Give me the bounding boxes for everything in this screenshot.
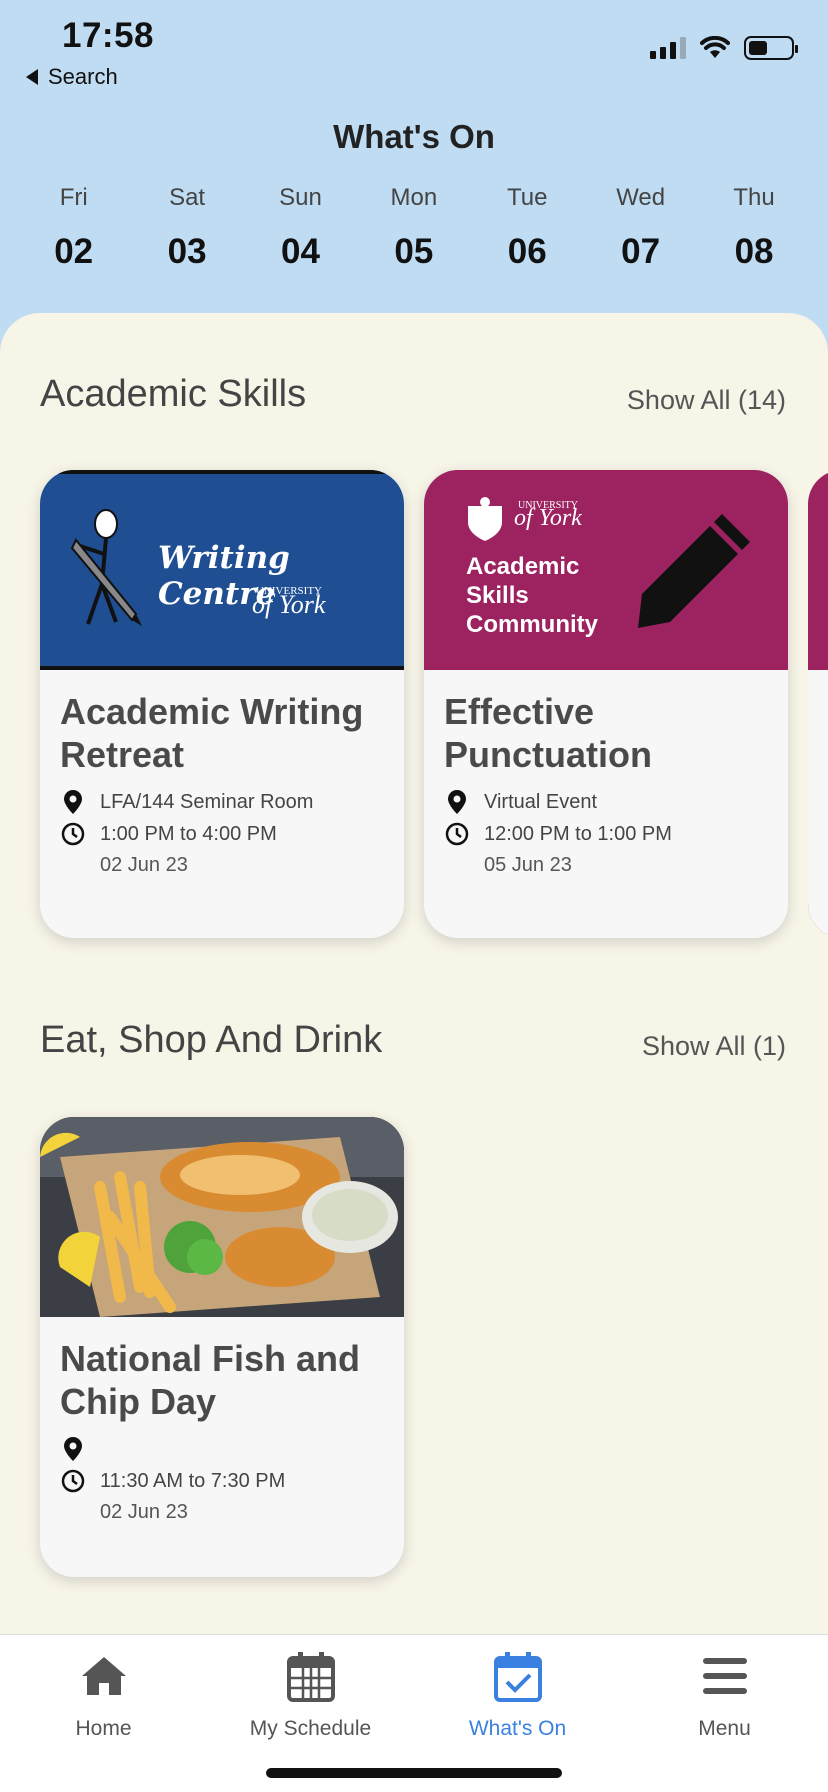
back-to-search-button[interactable]: Search xyxy=(26,64,118,90)
logo-line-1: Academic xyxy=(466,553,580,580)
day-of-week: Wed xyxy=(616,184,666,211)
show-all-academic-skills-link[interactable]: Show All (14) xyxy=(627,385,786,416)
writing-figure-icon xyxy=(70,509,142,626)
battery-icon xyxy=(744,36,798,60)
status-time: 17:58 xyxy=(62,16,155,55)
day-of-week: Fri xyxy=(59,184,88,211)
time-text: 12:00 PM to 1:00 PM xyxy=(484,822,672,845)
tab-home[interactable]: Home xyxy=(0,1649,207,1741)
day-number: 08 xyxy=(734,232,774,271)
tab-label: What's On xyxy=(468,1717,567,1740)
clock-icon xyxy=(444,822,470,846)
location-pin-icon xyxy=(60,1437,86,1461)
day-number: 05 xyxy=(394,232,434,271)
event-card-effective-punctuation[interactable]: UNIVERSITY of York Academic Skills Commu… xyxy=(424,470,788,938)
event-date: 02 Jun 23 xyxy=(100,1501,188,1523)
day-sun[interactable]: Sun 04 xyxy=(244,184,357,272)
event-card-academic-writing-retreat[interactable]: Writing Centre UNIVERSITY of York Academ… xyxy=(40,470,404,938)
logo-line-2: Skills xyxy=(466,582,529,609)
location-pin-icon xyxy=(444,790,470,814)
day-fri[interactable]: Fri 02 xyxy=(17,184,130,272)
day-of-week: Thu xyxy=(733,184,775,211)
location-text: Virtual Event xyxy=(484,790,598,813)
tab-label: Menu xyxy=(698,1717,751,1740)
fish-and-chips-illustration xyxy=(40,1117,404,1317)
day-thu[interactable]: Thu 08 xyxy=(697,184,810,272)
day-sat[interactable]: Sat 03 xyxy=(130,184,243,272)
status-icons xyxy=(650,36,798,60)
pencil-icon xyxy=(638,514,750,628)
event-time: 1:00 PM to 4:00 PM xyxy=(60,822,384,846)
tab-whats-on[interactable]: What's On xyxy=(414,1649,621,1741)
day-tue[interactable]: Tue 06 xyxy=(471,184,584,272)
academic-skills-community-logo: Academic Skills Community xyxy=(466,552,598,639)
cellular-signal-icon xyxy=(650,37,686,59)
show-all-eat-shop-drink-link[interactable]: Show All (1) xyxy=(642,1031,786,1062)
event-title: Effective Punctuation xyxy=(444,691,652,775)
day-number: 07 xyxy=(621,232,661,271)
logo-line-3: Community xyxy=(466,611,598,638)
fish-and-chips-image xyxy=(40,1117,404,1317)
university-of-york-logo: UNIVERSITY of York xyxy=(230,584,326,619)
section-title-eat-shop-drink: Eat, Shop And Drink xyxy=(40,1019,383,1061)
home-icon xyxy=(0,1649,207,1703)
clock-icon xyxy=(60,822,86,846)
day-number: 06 xyxy=(507,232,547,271)
event-banner-image: UNIVERSITY of York Academic Skills Commu… xyxy=(424,470,788,670)
event-location: Virtual Event xyxy=(444,790,768,814)
bottom-tab-bar: Home My Schedule What's On Menu xyxy=(0,1634,828,1792)
event-card-next-peek[interactable] xyxy=(808,470,828,938)
time-text: 1:00 PM to 4:00 PM xyxy=(100,822,277,845)
section-title-academic-skills: Academic Skills xyxy=(40,373,307,415)
calendar-icon xyxy=(207,1649,414,1703)
logo-name-text: of York xyxy=(252,590,326,619)
day-of-week: Sun xyxy=(279,184,322,211)
time-text: 11:30 AM to 7:30 PM xyxy=(100,1469,286,1492)
back-arrow-icon xyxy=(26,69,38,85)
university-of-york-logo: UNIVERSITY of York xyxy=(514,500,582,531)
tab-label: My Schedule xyxy=(249,1717,372,1740)
clock-icon xyxy=(60,1469,86,1493)
menu-icon xyxy=(621,1649,828,1703)
tab-my-schedule[interactable]: My Schedule xyxy=(207,1649,414,1741)
calendar-check-icon xyxy=(414,1649,621,1703)
event-card-national-fish-and-chip-day[interactable]: National Fish and Chip Day 11:30 AM to 7… xyxy=(40,1117,404,1577)
back-label: Search xyxy=(48,64,118,89)
event-banner-image: Writing Centre UNIVERSITY of York xyxy=(40,470,404,670)
event-time: 12:00 PM to 1:00 PM xyxy=(444,822,768,846)
day-number: 02 xyxy=(54,232,94,271)
event-date: 05 Jun 23 xyxy=(484,854,572,876)
events-content: Academic Skills Show All (14) Writing Ce… xyxy=(0,313,828,1792)
location-text: LFA/144 Seminar Room xyxy=(100,790,314,813)
event-location xyxy=(60,1437,384,1461)
logo-name-text: of York xyxy=(514,505,582,531)
location-pin-icon xyxy=(60,790,86,814)
page-title: What's On xyxy=(333,118,495,155)
crest-icon xyxy=(468,497,502,541)
day-mon[interactable]: Mon 05 xyxy=(357,184,470,272)
date-picker-strip: Fri 02 Sat 03 Sun 04 Mon 05 Tue 06 Wed 07 Thu 0… xyxy=(17,184,811,272)
day-of-week: Mon xyxy=(390,184,438,211)
day-of-week: Sat xyxy=(169,184,206,211)
day-number: 04 xyxy=(281,232,320,271)
tab-label: Home xyxy=(75,1717,132,1740)
wifi-icon xyxy=(700,36,730,58)
tab-menu[interactable]: Menu xyxy=(621,1649,828,1741)
day-wed[interactable]: Wed 07 xyxy=(584,184,697,272)
day-of-week: Tue xyxy=(507,184,548,211)
event-location: LFA/144 Seminar Room xyxy=(60,790,384,814)
day-number: 03 xyxy=(167,232,207,271)
event-time: 11:30 AM to 7:30 PM xyxy=(60,1469,384,1493)
home-indicator[interactable] xyxy=(266,1768,562,1778)
event-date: 02 Jun 23 xyxy=(100,854,188,876)
event-title: Academic Writing Retreat xyxy=(60,691,364,775)
event-title: National Fish and Chip Day xyxy=(60,1338,361,1422)
